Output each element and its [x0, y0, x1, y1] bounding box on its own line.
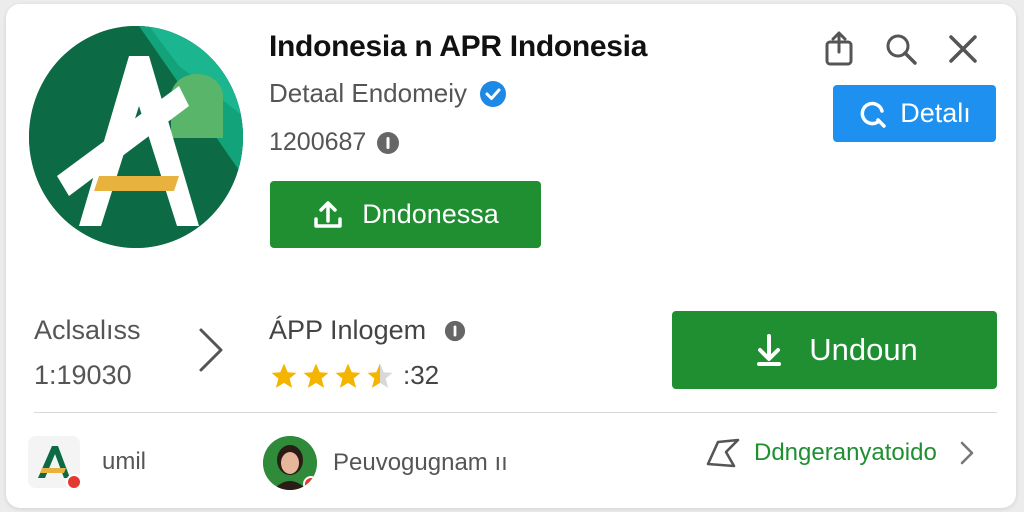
developer-name[interactable]: Detaal Endomeiy	[269, 78, 467, 109]
pin-icon	[706, 438, 740, 468]
rating-row: :32	[269, 360, 439, 391]
info-icon[interactable]	[376, 131, 400, 155]
listing-name-row: ÁPP Inlogem	[269, 315, 466, 346]
detail-button-label: Detalı	[900, 98, 971, 128]
star-icon	[335, 363, 361, 388]
close-icon[interactable]	[942, 28, 984, 70]
bottom-link-text[interactable]: Ddngeranyatoido	[754, 439, 937, 467]
refresh-icon	[860, 101, 886, 128]
bottom-item-app[interactable]: umil	[28, 436, 147, 490]
notification-badge	[303, 476, 317, 490]
app-thumbnail-icon	[28, 436, 82, 490]
search-icon[interactable]	[880, 28, 922, 70]
upload-icon	[314, 200, 342, 228]
install-count: 1200687	[269, 128, 367, 156]
bottom-item-link[interactable]: Ddngeranyatoido	[704, 436, 977, 470]
chevron-right-icon[interactable]	[195, 324, 227, 376]
divider	[34, 412, 997, 413]
avatar	[263, 436, 317, 490]
install-button[interactable]: Dndonessa	[270, 181, 541, 248]
star-icon	[271, 363, 297, 388]
star-half-icon	[367, 363, 393, 388]
detail-button[interactable]: Detalı	[833, 85, 996, 142]
listing-name: ÁPP Inlogem	[269, 315, 427, 345]
star-icon	[303, 363, 329, 388]
info-icon[interactable]	[444, 320, 466, 342]
app-logo-icon	[29, 26, 243, 248]
bottom-item-user[interactable]: Peuvogugnam ıı	[263, 436, 508, 490]
app-card: Indonesia n APR Indonesia Detaal Endomei…	[6, 4, 1016, 508]
stats-label: Aclsalıss	[34, 315, 141, 345]
developer-row: Detaal Endomeiy	[269, 78, 507, 109]
count-row: 1200687	[269, 128, 400, 157]
notification-badge	[66, 474, 82, 490]
app-title: Indonesia n APR Indonesia	[269, 30, 648, 63]
install-button-label: Dndonessa	[362, 199, 499, 229]
bottom-item1-text: umil	[102, 448, 147, 475]
bottom-item2-text: Peuvogugnam ıı	[333, 449, 508, 476]
download-button-label: Undoun	[809, 332, 918, 367]
verified-icon	[480, 80, 506, 107]
share-icon[interactable]	[818, 28, 860, 70]
chevron-right-icon[interactable]	[957, 438, 977, 468]
stats-value: 1:19030	[34, 360, 132, 390]
download-icon	[757, 334, 782, 366]
rating-text: :32	[403, 360, 440, 390]
top-icon-bar	[818, 28, 984, 70]
download-button[interactable]: Undoun	[672, 311, 997, 389]
